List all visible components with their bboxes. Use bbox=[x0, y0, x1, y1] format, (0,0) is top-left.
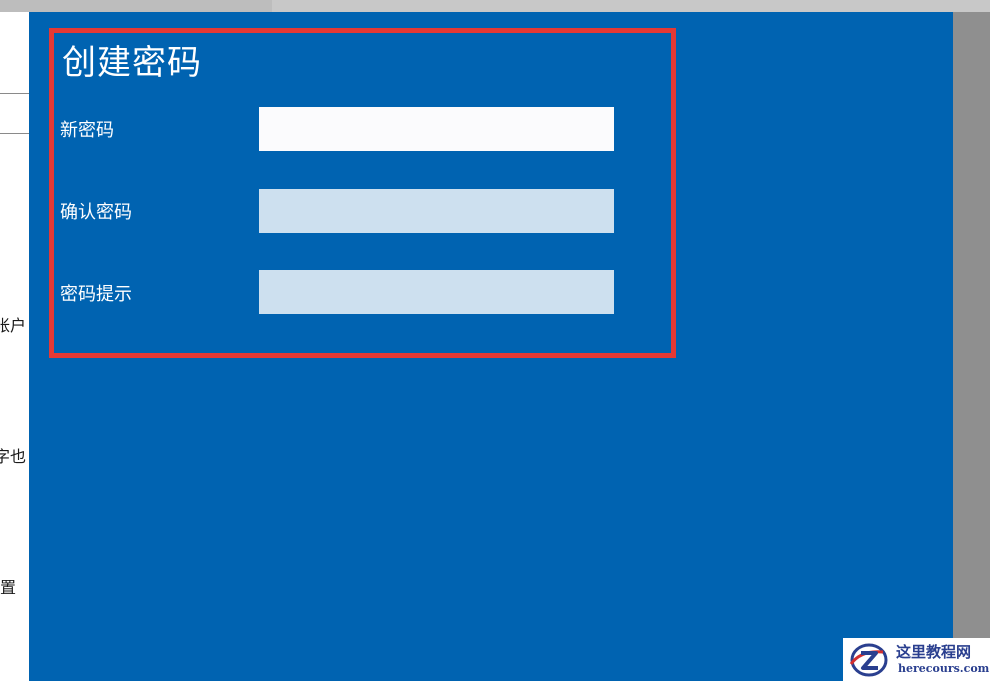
background-divider bbox=[0, 93, 29, 94]
new-password-label: 新密码 bbox=[60, 120, 114, 141]
confirm-password-input[interactable] bbox=[259, 189, 614, 233]
watermark-url: herecours.com bbox=[898, 662, 990, 675]
password-hint-input[interactable] bbox=[259, 270, 614, 314]
dialog-title: 创建密码 bbox=[62, 43, 202, 83]
watermark-title: 这里教程网 bbox=[896, 643, 972, 661]
new-password-input[interactable] bbox=[259, 107, 614, 151]
background-scroll-region bbox=[953, 12, 990, 681]
sidebar-item-account[interactable]: 帐户 bbox=[0, 312, 29, 336]
background-divider bbox=[0, 133, 29, 134]
password-hint-label: 密码提示 bbox=[60, 284, 132, 305]
confirm-password-label: 确认密码 bbox=[60, 202, 132, 223]
sidebar-item-text[interactable]: 字也 bbox=[0, 443, 29, 467]
background-title-bar bbox=[0, 0, 272, 12]
watermark: 这里教程网 herecours.com bbox=[843, 638, 990, 681]
create-password-dialog: 创建密码 新密码 确认密码 密码提示 bbox=[29, 12, 953, 681]
background-title-bar-overlay bbox=[272, 0, 990, 12]
z-logo-icon bbox=[849, 643, 888, 677]
